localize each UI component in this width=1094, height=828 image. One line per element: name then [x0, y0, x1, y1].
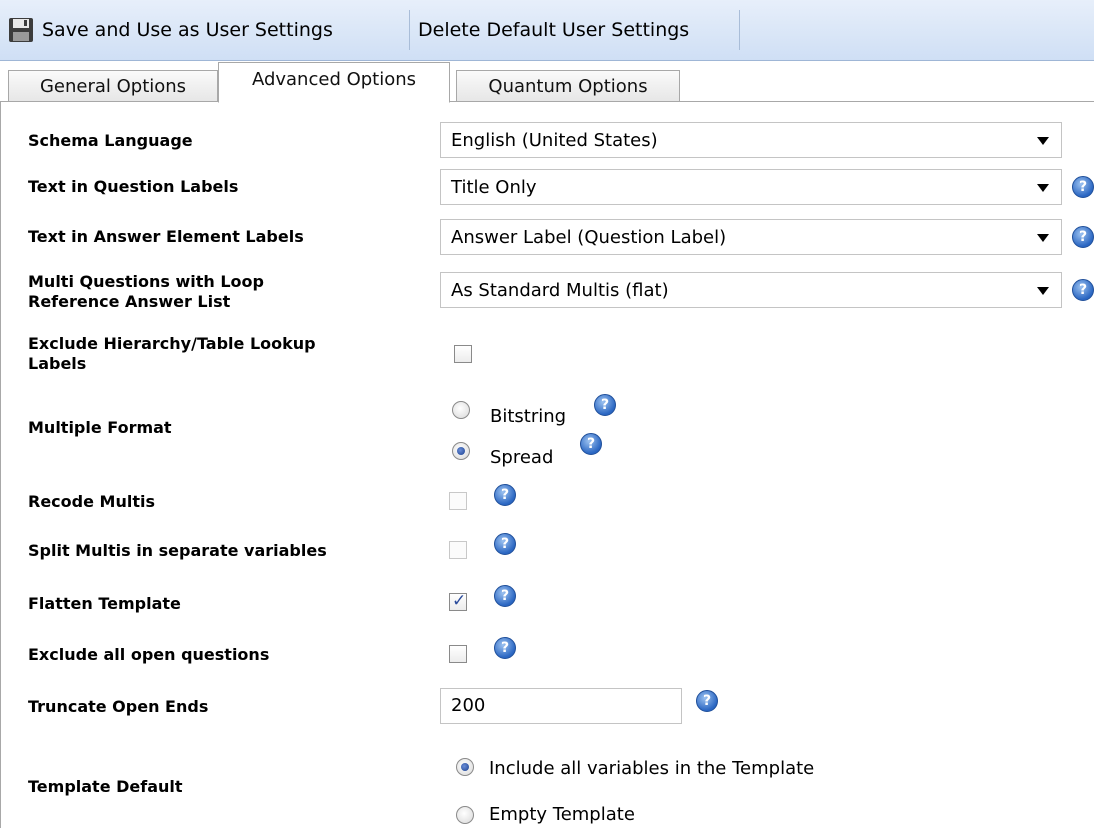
- split-multis-label: Split Multis in separate variables: [28, 541, 327, 560]
- multi-loop-label-line1: Multi Questions with Loop: [28, 272, 264, 291]
- panel-border: [0, 101, 1, 828]
- dropdown-arrow-icon: [1037, 137, 1049, 145]
- dropdown-arrow-icon: [1037, 287, 1049, 295]
- tab-divider: [0, 101, 1094, 102]
- tab-advanced-options[interactable]: Advanced Options: [218, 62, 450, 103]
- recode-multis-checkbox[interactable]: [449, 492, 467, 510]
- help-icon[interactable]: ?: [1072, 226, 1094, 248]
- recode-multis-label: Recode Multis: [28, 492, 155, 511]
- exclude-hierarchy-label: Exclude Hierarchy/Table Lookup Labels: [28, 334, 316, 374]
- multi-loop-value: As Standard Multis (flat): [451, 279, 669, 301]
- answer-labels-label: Text in Answer Element Labels: [28, 227, 304, 246]
- include-all-variables-label: Include all variables in the Template: [489, 758, 815, 779]
- help-icon[interactable]: ?: [494, 484, 516, 506]
- bitstring-label: Bitstring: [490, 406, 567, 427]
- multiple-format-label: Multiple Format: [28, 418, 172, 437]
- multi-loop-label-line2: Reference Answer List: [28, 292, 231, 311]
- help-icon[interactable]: ?: [1072, 176, 1094, 198]
- exclude-hierarchy-checkbox[interactable]: [454, 345, 472, 363]
- answer-labels-value: Answer Label (Question Label): [451, 226, 727, 248]
- help-icon[interactable]: ?: [696, 690, 718, 712]
- help-icon[interactable]: ?: [494, 637, 516, 659]
- help-icon[interactable]: ?: [494, 585, 516, 607]
- help-icon[interactable]: ?: [494, 533, 516, 555]
- schema-language-select[interactable]: English (United States): [440, 122, 1062, 158]
- dropdown-arrow-icon: [1037, 184, 1049, 192]
- tab-bar: General Options Advanced Options Quantum…: [0, 62, 1094, 103]
- help-icon[interactable]: ?: [1072, 279, 1094, 301]
- exclude-hierarchy-label-line2: Labels: [28, 354, 87, 373]
- multi-loop-label: Multi Questions with Loop Reference Answ…: [28, 272, 264, 312]
- question-labels-select[interactable]: Title Only: [440, 169, 1062, 205]
- template-default-label: Template Default: [28, 777, 183, 796]
- help-icon[interactable]: ?: [594, 394, 616, 416]
- schema-language-label: Schema Language: [28, 131, 193, 150]
- checkmark-icon: ✓: [452, 591, 467, 611]
- save-icon: [9, 18, 33, 42]
- question-labels-label: Text in Question Labels: [28, 177, 239, 196]
- empty-template-radio[interactable]: [456, 806, 474, 824]
- tab-general-options[interactable]: General Options: [8, 70, 218, 102]
- help-icon[interactable]: ?: [580, 433, 602, 455]
- flatten-template-checkbox[interactable]: ✓: [449, 591, 467, 611]
- flatten-template-label: Flatten Template: [28, 594, 181, 613]
- include-all-variables-radio[interactable]: [456, 758, 474, 776]
- exclude-open-checkbox[interactable]: [449, 645, 467, 663]
- question-labels-value: Title Only: [451, 176, 537, 198]
- spread-label: Spread: [490, 447, 554, 468]
- save-user-settings-label: Save and Use as User Settings: [42, 19, 333, 41]
- empty-template-label: Empty Template: [489, 804, 635, 825]
- dropdown-arrow-icon: [1037, 234, 1049, 242]
- exclude-open-label: Exclude all open questions: [28, 645, 270, 664]
- exclude-hierarchy-label-line1: Exclude Hierarchy/Table Lookup: [28, 334, 316, 353]
- bitstring-radio[interactable]: [452, 401, 470, 419]
- truncate-open-ends-label: Truncate Open Ends: [28, 697, 209, 716]
- multi-loop-select[interactable]: As Standard Multis (flat): [440, 272, 1062, 308]
- spread-radio[interactable]: [452, 442, 470, 460]
- truncate-open-ends-input[interactable]: 200: [440, 688, 682, 724]
- split-multis-checkbox[interactable]: [449, 541, 467, 559]
- save-user-settings-button[interactable]: Save and Use as User Settings: [0, 10, 410, 50]
- delete-default-settings-label: Delete Default User Settings: [418, 19, 690, 41]
- tab-quantum-options[interactable]: Quantum Options: [456, 70, 680, 102]
- delete-default-settings-button[interactable]: Delete Default User Settings: [410, 10, 740, 50]
- answer-labels-select[interactable]: Answer Label (Question Label): [440, 219, 1062, 255]
- schema-language-value: English (United States): [451, 129, 658, 151]
- toolbar: Save and Use as User Settings Delete Def…: [0, 0, 1094, 61]
